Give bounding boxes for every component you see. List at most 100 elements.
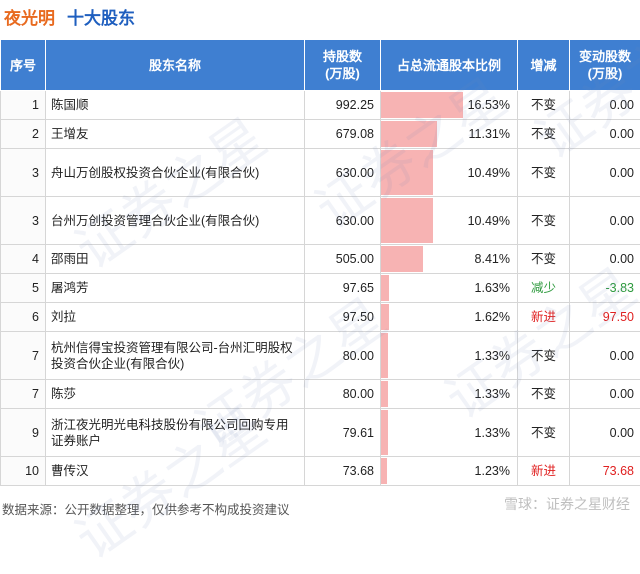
row-shares: 992.25 — [305, 91, 381, 120]
row-change: 不变 — [518, 245, 570, 274]
row-delta: 73.68 — [570, 457, 640, 486]
table-row: 2王增友679.0811.31%不变0.00 — [1, 120, 640, 149]
row-holder-name: 王增友 — [46, 120, 305, 149]
table-body: 1陈国顺992.2516.53%不变0.002王增友679.0811.31%不变… — [1, 91, 640, 486]
row-ratio-cell: 1.23% — [381, 457, 518, 486]
row-rank: 5 — [1, 274, 46, 303]
row-shares: 79.61 — [305, 409, 381, 457]
row-ratio: 1.33% — [381, 348, 517, 364]
row-ratio-cell: 10.49% — [381, 197, 518, 245]
row-change: 不变 — [518, 91, 570, 120]
row-change: 减少 — [518, 274, 570, 303]
row-ratio-cell: 11.31% — [381, 120, 518, 149]
header-ratio: 占总流通股本比例 — [381, 40, 518, 91]
row-rank: 3 — [1, 197, 46, 245]
row-change: 不变 — [518, 197, 570, 245]
row-holder-name: 台州万创投资管理合伙企业(有限合伙) — [46, 197, 305, 245]
row-ratio-cell: 1.33% — [381, 380, 518, 409]
row-rank: 10 — [1, 457, 46, 486]
row-change: 不变 — [518, 332, 570, 380]
row-ratio: 1.23% — [381, 463, 517, 479]
row-ratio-cell: 10.49% — [381, 149, 518, 197]
row-ratio-cell: 16.53% — [381, 91, 518, 120]
row-ratio-cell: 1.33% — [381, 332, 518, 380]
row-holder-name: 杭州信得宝投资管理有限公司-台州汇明股权投资合伙企业(有限合伙) — [46, 332, 305, 380]
table-row: 3台州万创投资管理合伙企业(有限合伙)630.0010.49%不变0.00 — [1, 197, 640, 245]
page-title: 夜光明十大股东 — [4, 4, 135, 29]
row-ratio: 16.53% — [381, 97, 517, 113]
row-ratio: 1.33% — [381, 386, 517, 402]
table-row: 7陈莎80.001.33%不变0.00 — [1, 380, 640, 409]
table-row: 10曹传汉73.681.23%新进73.68 — [1, 457, 640, 486]
table-row: 9浙江夜光明光电科技股份有限公司回购专用证券账户79.611.33%不变0.00 — [1, 409, 640, 457]
row-delta: 0.00 — [570, 197, 640, 245]
row-rank: 6 — [1, 303, 46, 332]
row-delta: 0.00 — [570, 245, 640, 274]
row-holder-name: 刘拉 — [46, 303, 305, 332]
row-rank: 7 — [1, 380, 46, 409]
row-change: 不变 — [518, 149, 570, 197]
row-ratio: 10.49% — [381, 213, 517, 229]
row-ratio: 1.62% — [381, 309, 517, 325]
row-delta: 0.00 — [570, 332, 640, 380]
header-shares: 持股数 (万股) — [305, 40, 381, 91]
row-ratio: 1.63% — [381, 280, 517, 296]
row-shares: 97.50 — [305, 303, 381, 332]
row-ratio-cell: 1.62% — [381, 303, 518, 332]
row-rank: 9 — [1, 409, 46, 457]
row-delta: 0.00 — [570, 120, 640, 149]
header-rank: 序号 — [1, 40, 46, 91]
row-shares: 630.00 — [305, 197, 381, 245]
row-change: 新进 — [518, 303, 570, 332]
row-shares: 97.65 — [305, 274, 381, 303]
table-row: 4邵雨田505.008.41%不变0.00 — [1, 245, 640, 274]
data-source-note: 数据来源：公开数据整理，仅供参考不构成投资建议 — [2, 499, 290, 518]
row-rank: 3 — [1, 149, 46, 197]
row-holder-name: 陈国顺 — [46, 91, 305, 120]
row-shares: 679.08 — [305, 120, 381, 149]
table-header-row: 序号 股东名称 持股数 (万股) 占总流通股本比例 增减 变动股数 (万股) — [1, 40, 640, 91]
row-holder-name: 邵雨田 — [46, 245, 305, 274]
row-holder-name: 浙江夜光明光电科技股份有限公司回购专用证券账户 — [46, 409, 305, 457]
row-delta: 0.00 — [570, 380, 640, 409]
row-ratio-cell: 1.63% — [381, 274, 518, 303]
company-name: 夜光明 — [4, 9, 55, 28]
row-delta: 97.50 — [570, 303, 640, 332]
row-change: 新进 — [518, 457, 570, 486]
row-shares: 80.00 — [305, 332, 381, 380]
row-ratio: 1.33% — [381, 425, 517, 441]
row-ratio-cell: 8.41% — [381, 245, 518, 274]
row-holder-name: 屠鸿芳 — [46, 274, 305, 303]
row-ratio: 8.41% — [381, 251, 517, 267]
source-logo: 雪球：证券之星财经 — [504, 494, 630, 514]
row-change: 不变 — [518, 120, 570, 149]
header-change: 增减 — [518, 40, 570, 91]
section-title: 十大股东 — [67, 9, 135, 28]
table-row: 5屠鸿芳97.651.63%减少-3.83 — [1, 274, 640, 303]
row-delta: 0.00 — [570, 149, 640, 197]
row-holder-name: 陈莎 — [46, 380, 305, 409]
row-ratio: 11.31% — [381, 126, 517, 142]
row-shares: 505.00 — [305, 245, 381, 274]
row-rank: 7 — [1, 332, 46, 380]
table-row: 6刘拉97.501.62%新进97.50 — [1, 303, 640, 332]
row-change: 不变 — [518, 409, 570, 457]
row-shares: 630.00 — [305, 149, 381, 197]
row-rank: 4 — [1, 245, 46, 274]
row-rank: 2 — [1, 120, 46, 149]
header-delta: 变动股数 (万股) — [570, 40, 640, 91]
row-ratio: 10.49% — [381, 165, 517, 181]
row-shares: 80.00 — [305, 380, 381, 409]
row-holder-name: 曹传汉 — [46, 457, 305, 486]
row-shares: 73.68 — [305, 457, 381, 486]
table-row: 3舟山万创股权投资合伙企业(有限合伙)630.0010.49%不变0.00 — [1, 149, 640, 197]
row-delta: 0.00 — [570, 409, 640, 457]
row-change: 不变 — [518, 380, 570, 409]
table-row: 1陈国顺992.2516.53%不变0.00 — [1, 91, 640, 120]
row-ratio-cell: 1.33% — [381, 409, 518, 457]
row-delta: -3.83 — [570, 274, 640, 303]
header-name: 股东名称 — [46, 40, 305, 91]
shareholder-table: 序号 股东名称 持股数 (万股) 占总流通股本比例 增减 变动股数 (万股) 1… — [0, 39, 640, 486]
row-holder-name: 舟山万创股权投资合伙企业(有限合伙) — [46, 149, 305, 197]
row-delta: 0.00 — [570, 91, 640, 120]
